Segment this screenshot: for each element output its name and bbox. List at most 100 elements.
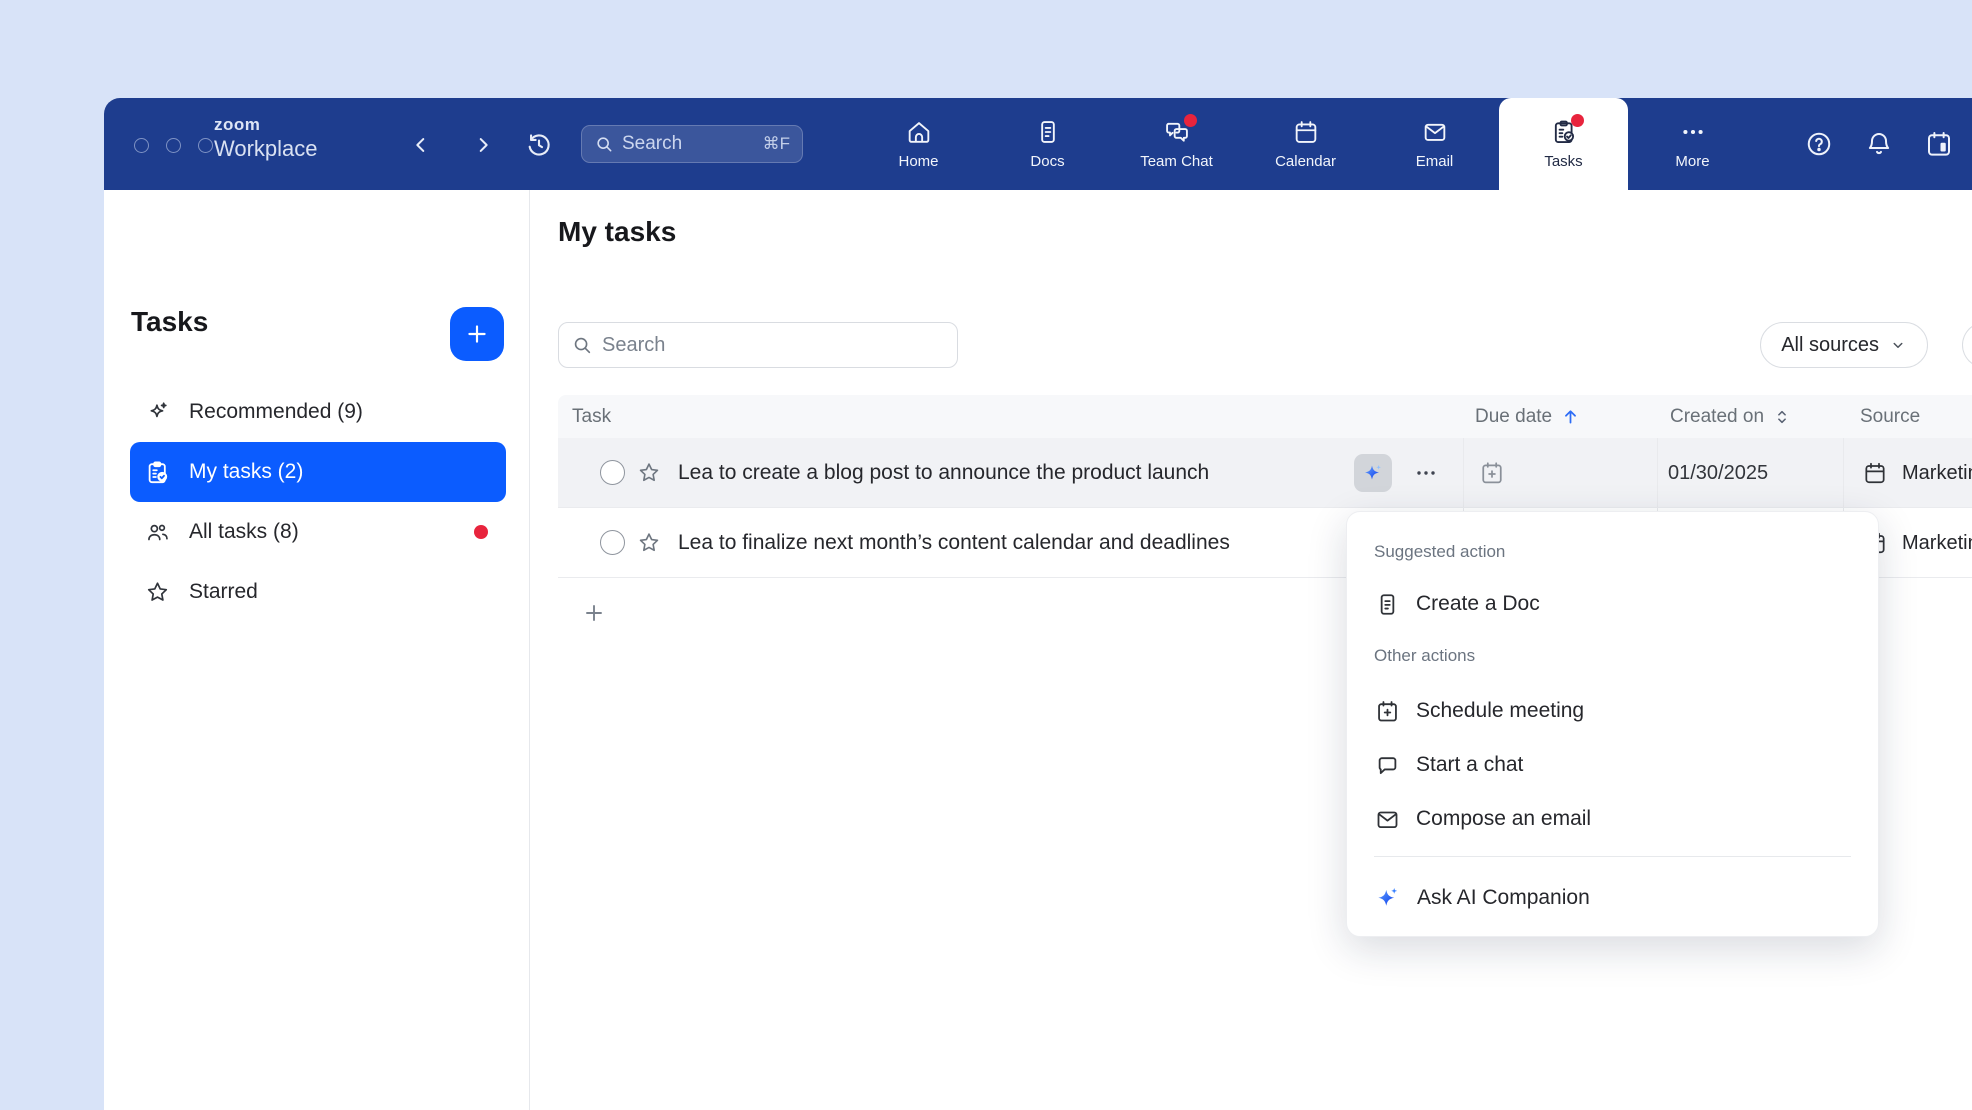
add-task-button[interactable] — [450, 307, 504, 361]
star-icon — [144, 579, 171, 606]
plus-icon — [464, 321, 490, 347]
column-header-source[interactable]: Source — [1860, 395, 1920, 438]
menu-item-create-doc[interactable]: Create a Doc — [1374, 580, 1851, 628]
sidebar-item-label: Starred — [189, 580, 258, 604]
primary-nav: Home Docs Team Chat Calendar — [854, 98, 1757, 190]
menu-item-start-chat[interactable]: Start a chat — [1374, 741, 1851, 789]
popup-divider — [1374, 856, 1851, 857]
sparkle-icon — [144, 399, 171, 426]
chat-bubble-icon — [1374, 752, 1401, 779]
add-due-date-button[interactable] — [1478, 459, 1506, 487]
tab-docs[interactable]: Docs — [983, 98, 1112, 190]
menu-item-ask-ai-companion[interactable]: Ask AI Companion — [1374, 874, 1851, 922]
source-cell[interactable]: Marketing — [1862, 438, 1972, 508]
mini-calendar-button[interactable] — [1924, 129, 1954, 159]
ai-companion-button[interactable] — [1354, 454, 1392, 492]
header-right-actions — [1804, 98, 1954, 190]
home-icon — [905, 118, 933, 146]
global-search-placeholder: Search — [622, 133, 755, 155]
task-title[interactable]: Lea to create a blog post to announce th… — [678, 438, 1209, 508]
task-search-input[interactable] — [602, 334, 945, 357]
chevron-down-icon — [1889, 336, 1907, 354]
table-header-row: Task Due date Created on Source — [558, 395, 1972, 438]
clipboard-check-icon — [144, 459, 171, 486]
email-icon — [1421, 118, 1449, 146]
more-icon — [1679, 118, 1707, 146]
task-complete-checkbox[interactable] — [600, 460, 625, 485]
task-search[interactable] — [558, 322, 958, 368]
page-title: My tasks — [558, 216, 676, 248]
history-icon — [525, 131, 553, 159]
ai-suggested-actions-popup: Suggested action Create a Doc Other acti… — [1346, 511, 1879, 937]
team-chat-icon — [1163, 118, 1191, 146]
help-button[interactable] — [1804, 129, 1834, 159]
column-header-due-date[interactable]: Due date — [1475, 395, 1581, 438]
brand-workplace-text: Workplace — [214, 137, 318, 161]
tab-email[interactable]: Email — [1370, 98, 1499, 190]
tab-team-chat[interactable]: Team Chat — [1112, 98, 1241, 190]
task-complete-checkbox[interactable] — [600, 530, 625, 555]
tasks-icon — [1550, 118, 1578, 146]
source-label: Marketing — [1902, 532, 1972, 555]
chevron-right-icon — [472, 134, 494, 156]
task-row[interactable]: Lea to create a blog post to announce th… — [558, 438, 1972, 508]
created-on-value: 01/30/2025 — [1668, 438, 1768, 508]
calendar-icon — [1862, 460, 1888, 486]
global-search[interactable]: Search ⌘F — [581, 125, 803, 163]
source-label: Marketing — [1902, 462, 1972, 485]
notifications-button[interactable] — [1864, 129, 1894, 159]
window-controls[interactable] — [134, 138, 213, 153]
sources-filter-button[interactable]: All sources — [1760, 322, 1928, 368]
people-icon — [144, 519, 171, 546]
doc-icon — [1374, 591, 1401, 618]
sidebar-item-label: All tasks (8) — [189, 520, 299, 544]
back-button[interactable] — [404, 128, 438, 162]
search-icon — [571, 334, 593, 356]
star-icon[interactable] — [636, 530, 662, 556]
calendar-plus-icon — [1374, 698, 1401, 725]
sidebar-title: Tasks — [131, 306, 208, 338]
sidebar-item-label: Recommended (9) — [189, 400, 363, 424]
star-icon[interactable] — [636, 460, 662, 486]
add-row-button[interactable] — [582, 601, 606, 625]
column-header-task[interactable]: Task — [572, 395, 611, 438]
ai-sparkle-icon — [1361, 461, 1385, 485]
task-title[interactable]: Lea to finalize next month’s content cal… — [678, 508, 1230, 578]
sort-ascending-icon[interactable] — [1560, 406, 1581, 427]
window-close-button[interactable] — [134, 138, 149, 153]
tab-more[interactable]: More — [1628, 98, 1757, 190]
history-button[interactable] — [520, 126, 558, 164]
tab-calendar[interactable]: Calendar — [1241, 98, 1370, 190]
tab-tasks[interactable]: Tasks — [1499, 98, 1628, 190]
docs-icon — [1034, 118, 1062, 146]
popup-section-label: Suggested action — [1374, 542, 1505, 562]
sidebar-list: Recommended (9) My tasks (2) All tasks (… — [130, 382, 506, 622]
sort-both-icon[interactable] — [1772, 407, 1792, 427]
sources-filter-label: All sources — [1781, 334, 1879, 357]
tasks-badge — [1571, 114, 1584, 127]
forward-button[interactable] — [466, 128, 500, 162]
chevron-left-icon — [410, 134, 432, 156]
window-minimize-button[interactable] — [166, 138, 181, 153]
brand-logo: zoom Workplace — [214, 116, 318, 161]
app-header: zoom Workplace Search ⌘F — [104, 98, 1972, 190]
window-zoom-button[interactable] — [198, 138, 213, 153]
popup-section-label: Other actions — [1374, 646, 1475, 666]
mail-icon — [1374, 806, 1401, 833]
row-more-button[interactable] — [1408, 460, 1444, 486]
menu-item-compose-email[interactable]: Compose an email — [1374, 795, 1851, 843]
search-icon — [594, 134, 614, 154]
calendar-icon — [1292, 118, 1320, 146]
sidebar-item-all-tasks[interactable]: All tasks (8) — [130, 502, 506, 562]
column-header-created-on[interactable]: Created on — [1670, 395, 1792, 438]
team-chat-badge — [1184, 114, 1197, 127]
sidebar: Tasks Recommended (9) My tasks (2) — [104, 190, 530, 1110]
sidebar-item-starred[interactable]: Starred — [130, 562, 506, 622]
sidebar-item-recommended[interactable]: Recommended (9) — [130, 382, 506, 442]
tab-home[interactable]: Home — [854, 98, 983, 190]
sidebar-item-my-tasks[interactable]: My tasks (2) — [130, 442, 506, 502]
secondary-filter-button[interactable] — [1962, 322, 1972, 368]
ai-sparkle-icon — [1374, 884, 1402, 912]
all-tasks-badge — [474, 525, 488, 539]
menu-item-schedule-meeting[interactable]: Schedule meeting — [1374, 687, 1851, 735]
